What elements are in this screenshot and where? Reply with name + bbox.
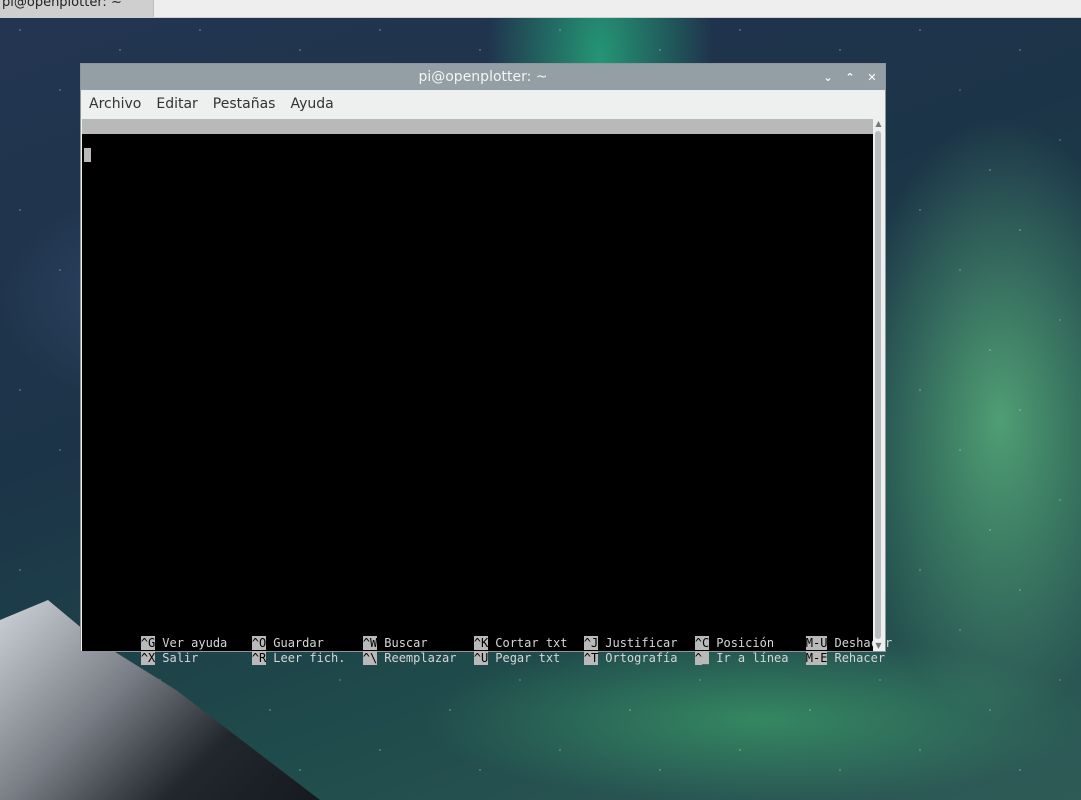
- window-titlebar[interactable]: pi@openplotter: ~ ⌄ ⌃ ✕: [81, 64, 885, 90]
- terminal-scrollbar[interactable]: ▲ ▼: [873, 119, 884, 651]
- terminal-area[interactable]: GNU nano 3.2 imu_mobil ^G Ver ayuda ^O Gua…: [82, 119, 892, 665]
- menu-ayuda[interactable]: Ayuda: [290, 96, 333, 112]
- taskbar-window-button[interactable]: pi@openplotter: ~: [0, 0, 154, 17]
- terminal-window: pi@openplotter: ~ ⌄ ⌃ ✕ Archivo Editar P…: [80, 63, 892, 665]
- shortcut-key: ^T: [583, 651, 599, 665]
- taskbar-window-label: pi@openplotter: ~: [2, 0, 122, 10]
- shortcut-buscar: ^W Buscar: [305, 621, 428, 650]
- scrollbar-thumb[interactable]: [875, 131, 881, 639]
- window-title: pi@openplotter: ~: [418, 69, 548, 85]
- shortcut-salir: ^X Salir: [83, 636, 198, 665]
- nano-version: GNU nano 3.2: [97, 134, 184, 148]
- shortcut-key: ^\: [362, 651, 378, 665]
- text-cursor: [84, 148, 91, 162]
- shortcut-key: ^_: [694, 651, 710, 665]
- nano-filename: imu_mobil: [452, 149, 518, 163]
- shortcut-rehacer: M-E Rehacer: [748, 636, 885, 665]
- shortcut-key: ^R: [251, 651, 267, 665]
- window-controls: ⌄ ⌃ ✕: [821, 64, 879, 90]
- menu-pestanas[interactable]: Pestañas: [213, 96, 276, 112]
- shortcut-key: M-E: [805, 651, 828, 665]
- scroll-up-icon[interactable]: ▲: [873, 119, 884, 129]
- shortcut-key: ^X: [140, 651, 156, 665]
- close-icon[interactable]: ✕: [865, 70, 879, 84]
- scroll-down-icon[interactable]: ▼: [873, 641, 884, 651]
- menu-bar: Archivo Editar Pestañas Ayuda: [81, 90, 885, 118]
- shortcut-label: Salir: [162, 651, 199, 665]
- menu-archivo[interactable]: Archivo: [89, 96, 141, 112]
- maximize-icon[interactable]: ⌃: [843, 70, 857, 84]
- minimize-icon[interactable]: ⌄: [821, 70, 835, 84]
- nano-title-bar: GNU nano 3.2 imu_mobil: [82, 119, 873, 163]
- taskbar: pi@openplotter: ~: [0, 0, 1081, 18]
- shortcut-deshacer: M-U Deshacer: [748, 621, 892, 650]
- shortcut-key: ^U: [473, 651, 489, 665]
- nano-shortcut-bar: ^G Ver ayuda ^O Guardar ^W Buscar ^K Cortar …: [82, 621, 892, 665]
- shortcut-label: Rehacer: [834, 651, 886, 665]
- menu-editar[interactable]: Editar: [156, 96, 197, 112]
